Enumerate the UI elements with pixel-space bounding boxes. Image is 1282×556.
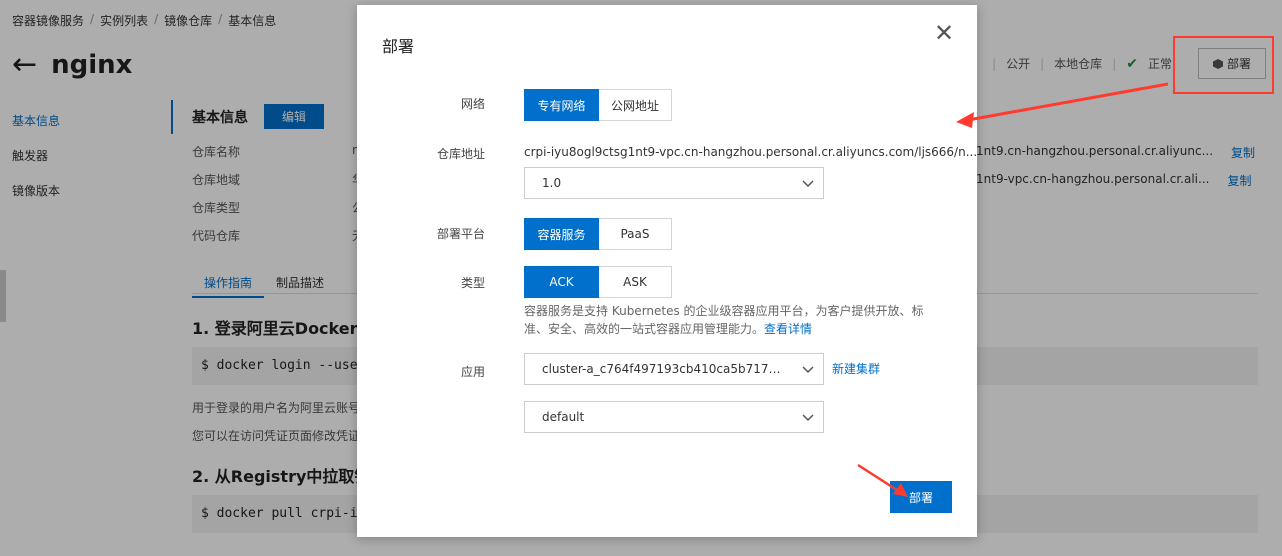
cluster-select-value: cluster-a_c764f497193cb410ca5b7176d9ae1.… <box>542 362 787 376</box>
type-option-ask[interactable]: ASK <box>599 266 672 298</box>
type-option-ack[interactable]: ACK <box>524 266 599 298</box>
dialog-title: 部署 <box>382 37 415 56</box>
platform-label: 部署平台 <box>436 227 485 241</box>
type-description-text: 容器服务是支持 Kubernetes 的企业级容器应用平台，为客户提供开放、标准… <box>524 304 924 336</box>
namespace-select-value: default <box>542 410 585 424</box>
chevron-down-icon <box>802 366 814 374</box>
type-description: 容器服务是支持 Kubernetes 的企业级容器应用平台，为客户提供开放、标准… <box>524 302 944 338</box>
details-link[interactable]: 查看详情 <box>764 322 812 336</box>
network-label: 网络 <box>460 97 485 111</box>
address-value: crpi-iyu8ogl9ctsg1nt9-vpc.cn-hangzhou.pe… <box>524 145 978 159</box>
cluster-select[interactable]: cluster-a_c764f497193cb410ca5b7176d9ae1.… <box>524 353 824 385</box>
network-option-vpc[interactable]: 专有网络 <box>524 89 599 121</box>
new-cluster-link[interactable]: 新建集群 <box>832 360 880 377</box>
version-select-value: 1.0 <box>542 176 562 190</box>
network-toggle: 专有网络 公网地址 <box>524 89 672 121</box>
type-label: 类型 <box>460 276 485 290</box>
network-option-public[interactable]: 公网地址 <box>599 89 672 121</box>
namespace-select[interactable]: default <box>524 401 824 433</box>
type-toggle: ACK ASK <box>524 266 672 298</box>
platform-toggle: 容器服务 PaaS <box>524 218 672 250</box>
platform-option-paas[interactable]: PaaS <box>599 218 672 250</box>
platform-option-container[interactable]: 容器服务 <box>524 218 599 250</box>
annotation-highlight-box <box>1173 36 1274 94</box>
chevron-down-icon <box>802 180 814 188</box>
chevron-down-icon <box>802 414 814 422</box>
deploy-dialog: 部署 ✕ 网络 专有网络 公网地址 仓库地址 crpi-iyu8ogl9ctsg… <box>357 5 977 537</box>
address-label: 仓库地址 <box>436 147 485 161</box>
close-icon[interactable]: ✕ <box>934 21 954 45</box>
deploy-confirm-button[interactable]: 部署 <box>890 481 952 513</box>
version-select[interactable]: 1.0 <box>524 167 824 199</box>
app-label: 应用 <box>460 365 485 379</box>
